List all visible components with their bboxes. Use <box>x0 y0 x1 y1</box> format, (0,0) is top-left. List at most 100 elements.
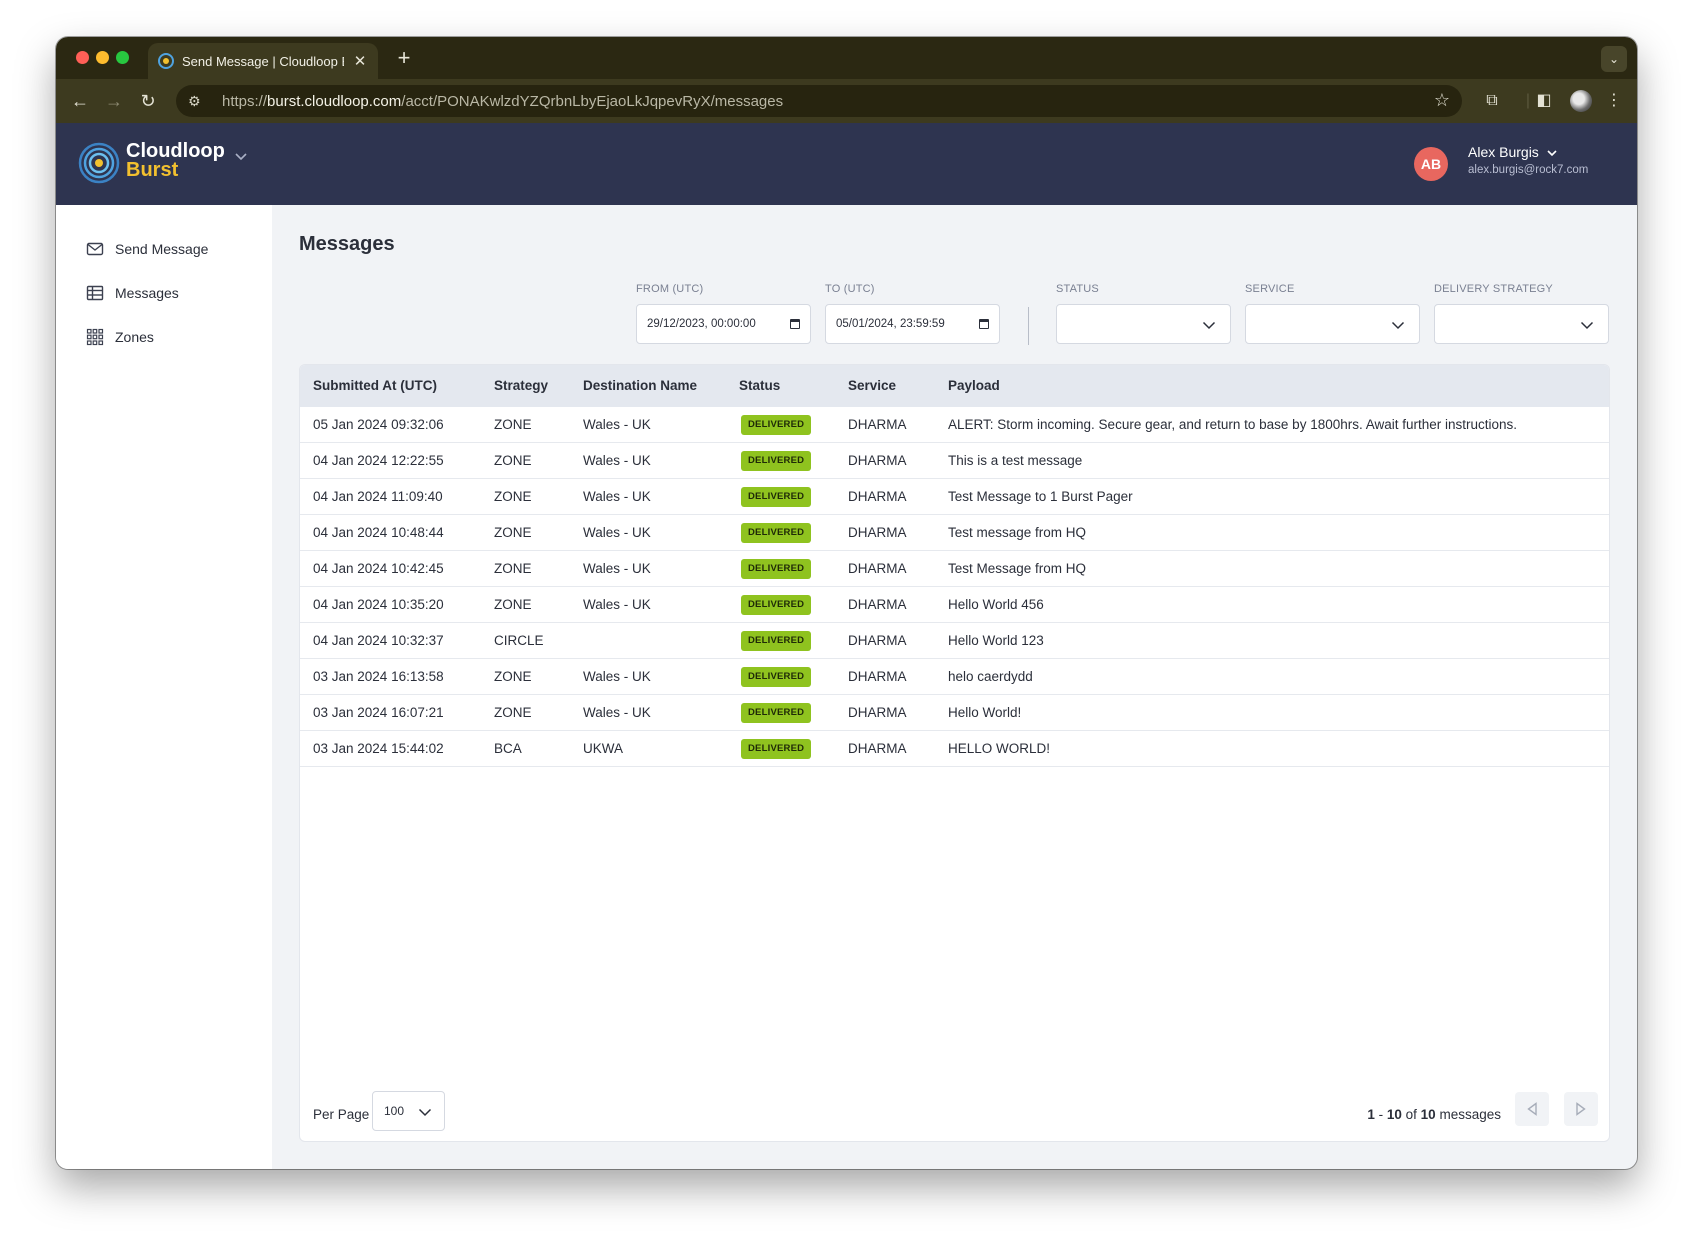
cell-strategy: ZONE <box>494 669 532 684</box>
maximize-window-button[interactable] <box>116 51 129 64</box>
status-filter-select[interactable] <box>1056 304 1231 344</box>
sidebar: Send Message Messages Zones <box>56 205 272 1169</box>
status-badge: DELIVERED <box>741 595 812 615</box>
cell-payload: Hello World 456 <box>948 597 1044 612</box>
cell-destination: Wales - UK <box>583 417 651 432</box>
cell-service: DHARMA <box>848 417 907 432</box>
tab-close-icon[interactable]: ✕ <box>352 52 368 70</box>
to-date-input[interactable]: 05/01/2024, 23:59:59 <box>825 304 1000 344</box>
grid-icon <box>86 328 104 346</box>
table-row[interactable]: 04 Jan 2024 11:09:40 ZONE Wales - UK DELIVE… <box>300 479 1609 515</box>
status-filter-label: STATUS <box>1056 283 1099 295</box>
table-row[interactable]: 04 Jan 2024 10:32:37 CIRCLE DELIVERED DHARM… <box>300 623 1609 659</box>
cell-submitted: 04 Jan 2024 11:09:40 <box>313 489 443 504</box>
previous-page-button[interactable] <box>1515 1092 1549 1126</box>
sidebar-item-send-message[interactable]: Send Message <box>86 237 208 261</box>
chevron-down-icon <box>1580 321 1594 330</box>
per-page-select[interactable]: 100 <box>372 1091 445 1131</box>
calendar-icon[interactable] <box>790 319 800 329</box>
column-header-destination[interactable]: Destination Name <box>583 378 697 393</box>
minimize-window-button[interactable] <box>96 51 109 64</box>
new-tab-button[interactable]: + <box>392 45 416 71</box>
browser-menu-icon[interactable]: ⋮ <box>1604 91 1624 111</box>
side-panel-icon[interactable]: ◧ <box>1534 91 1554 111</box>
table-header: Submitted At (UTC) Strategy Destination … <box>300 365 1609 407</box>
table-row[interactable]: 04 Jan 2024 12:22:55 ZONE Wales - UK DELIVE… <box>300 443 1609 479</box>
column-header-payload[interactable]: Payload <box>948 378 1000 393</box>
user-avatar[interactable]: AB <box>1414 147 1448 181</box>
sidebar-item-messages[interactable]: Messages <box>86 281 179 305</box>
cell-destination: UKWA <box>583 741 623 756</box>
cell-destination: Wales - UK <box>583 561 651 576</box>
cell-service: DHARMA <box>848 741 907 756</box>
filter-divider <box>1028 307 1029 345</box>
sidebar-item-zones[interactable]: Zones <box>86 325 154 349</box>
table-row[interactable]: 04 Jan 2024 10:48:44 ZONE Wales - UK DELIVE… <box>300 515 1609 551</box>
user-name[interactable]: Alex Burgis <box>1468 144 1539 160</box>
calendar-icon[interactable] <box>979 319 989 329</box>
messages-table: Submitted At (UTC) Strategy Destination … <box>299 364 1610 1142</box>
column-header-strategy[interactable]: Strategy <box>494 378 548 393</box>
chevron-down-icon <box>1391 321 1405 330</box>
to-label: TO (UTC) <box>825 283 875 295</box>
service-filter-select[interactable] <box>1245 304 1420 344</box>
bookmark-star-icon[interactable]: ☆ <box>1434 90 1450 111</box>
status-badge: DELIVERED <box>741 451 812 471</box>
table-row[interactable]: 05 Jan 2024 09:32:06 ZONE Wales - UK DELIVE… <box>300 407 1609 443</box>
table-row[interactable]: 04 Jan 2024 10:42:45 ZONE Wales - UK DELIVE… <box>300 551 1609 587</box>
table-row[interactable]: 03 Jan 2024 16:07:21 ZONE Wales - UK DELIVE… <box>300 695 1609 731</box>
cell-submitted: 04 Jan 2024 12:22:55 <box>313 453 444 468</box>
cell-submitted: 04 Jan 2024 10:42:45 <box>313 561 444 576</box>
sidebar-item-label: Messages <box>115 285 179 301</box>
app-header: Cloudloop Burst AB Alex Burgis alex.burg… <box>56 123 1637 205</box>
cell-payload: Test Message from HQ <box>948 561 1087 576</box>
page-title: Messages <box>299 233 395 255</box>
table-icon <box>86 285 104 301</box>
cell-payload: Test Message to 1 Burst Pager <box>948 489 1133 504</box>
account-switcher-chevron-icon[interactable] <box>234 149 248 163</box>
triangle-left-icon <box>1527 1102 1537 1116</box>
app-logo-text[interactable]: Cloudloop Burst <box>126 141 225 180</box>
table-row[interactable]: 04 Jan 2024 10:35:20 ZONE Wales - UK DELIVE… <box>300 587 1609 623</box>
user-menu-chevron-icon[interactable] <box>1546 147 1558 159</box>
status-badge: DELIVERED <box>741 487 812 507</box>
table-row[interactable]: 03 Jan 2024 15:44:02 BCA UKWA DELIVERED DHAR… <box>300 731 1609 767</box>
to-date-value: 05/01/2024, 23:59:59 <box>836 318 945 330</box>
close-window-button[interactable] <box>76 51 89 64</box>
cell-destination: Wales - UK <box>583 669 651 684</box>
chevron-down-icon <box>418 1108 432 1117</box>
cell-payload: Hello World! <box>948 705 1022 720</box>
column-header-status[interactable]: Status <box>739 378 780 393</box>
sidebar-item-label: Zones <box>115 329 154 345</box>
site-info-icon[interactable]: ⚙ <box>188 93 208 110</box>
table-row[interactable]: 03 Jan 2024 16:13:58 ZONE Wales - UK DELIVE… <box>300 659 1609 695</box>
cell-service: DHARMA <box>848 633 907 648</box>
cell-payload: HELLO WORLD! <box>948 741 1051 756</box>
next-page-button[interactable] <box>1564 1092 1598 1126</box>
tab-search-button[interactable]: ⌄ <box>1601 46 1627 72</box>
browser-profile-avatar[interactable] <box>1570 90 1592 112</box>
extensions-icon[interactable]: ⧉ <box>1482 91 1502 111</box>
cell-strategy: ZONE <box>494 417 532 432</box>
cell-service: DHARMA <box>848 597 907 612</box>
cloudloop-logo-icon <box>78 142 120 184</box>
sidebar-item-label: Send Message <box>115 241 209 257</box>
from-date-input[interactable]: 29/12/2023, 00:00:00 <box>636 304 811 344</box>
cell-service: DHARMA <box>848 669 907 684</box>
column-header-service[interactable]: Service <box>848 378 896 393</box>
reload-button[interactable]: ↻ <box>136 89 160 113</box>
cell-submitted: 04 Jan 2024 10:32:37 <box>313 633 444 648</box>
address-bar[interactable]: ⚙ https://burst.cloudloop.com/acct/PONAK… <box>176 85 1462 117</box>
user-email: alex.burgis@rock7.com <box>1468 164 1589 176</box>
forward-button[interactable]: → <box>102 89 126 113</box>
cell-payload: Hello World 123 <box>948 633 1044 648</box>
browser-tab-active[interactable]: Send Message | Cloudloop Burst ✕ <box>148 43 378 79</box>
per-page-value: 100 <box>384 1104 405 1118</box>
column-header-submitted[interactable]: Submitted At (UTC) <box>313 378 437 393</box>
delivery-strategy-filter-select[interactable] <box>1434 304 1609 344</box>
cell-destination: Wales - UK <box>583 597 651 612</box>
back-button[interactable]: ← <box>68 89 92 113</box>
cell-service: DHARMA <box>848 561 907 576</box>
status-badge: DELIVERED <box>741 667 812 687</box>
cell-strategy: ZONE <box>494 489 532 504</box>
